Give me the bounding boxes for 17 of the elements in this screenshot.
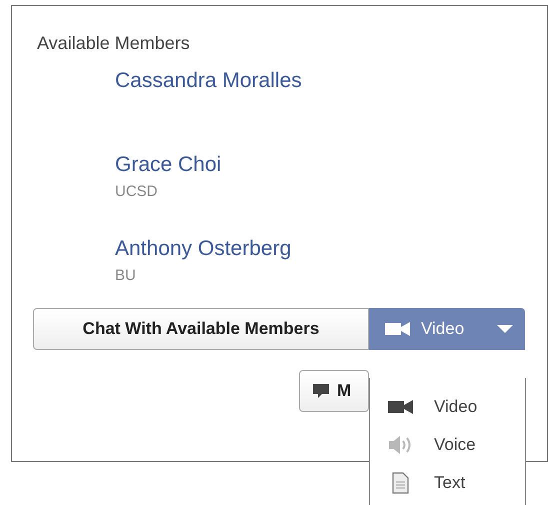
caret-icon bbox=[497, 324, 513, 334]
member-affiliation: BU bbox=[115, 266, 136, 286]
mode-dropdown[interactable]: Video bbox=[369, 308, 525, 350]
member-name-link[interactable]: Cassandra Moralles bbox=[115, 67, 302, 95]
video-camera-icon bbox=[388, 399, 414, 415]
chat-button[interactable]: Chat With Available Members bbox=[33, 308, 369, 350]
video-camera-icon bbox=[385, 321, 411, 337]
message-button[interactable]: M bbox=[299, 370, 369, 412]
member-name-link[interactable]: Anthony Osterberg bbox=[115, 235, 292, 263]
menu-item[interactable]: Text bbox=[370, 464, 525, 502]
dropdown-label: Video bbox=[421, 318, 466, 340]
menu-item[interactable]: Video bbox=[370, 388, 525, 426]
menu-item[interactable]: Voice bbox=[370, 426, 525, 464]
member-affiliation: UCSD bbox=[115, 182, 158, 202]
speech-bubble-icon bbox=[313, 383, 329, 399]
panel-title: Available Members bbox=[37, 32, 191, 55]
member-name-link[interactable]: Grace Choi bbox=[115, 151, 222, 179]
